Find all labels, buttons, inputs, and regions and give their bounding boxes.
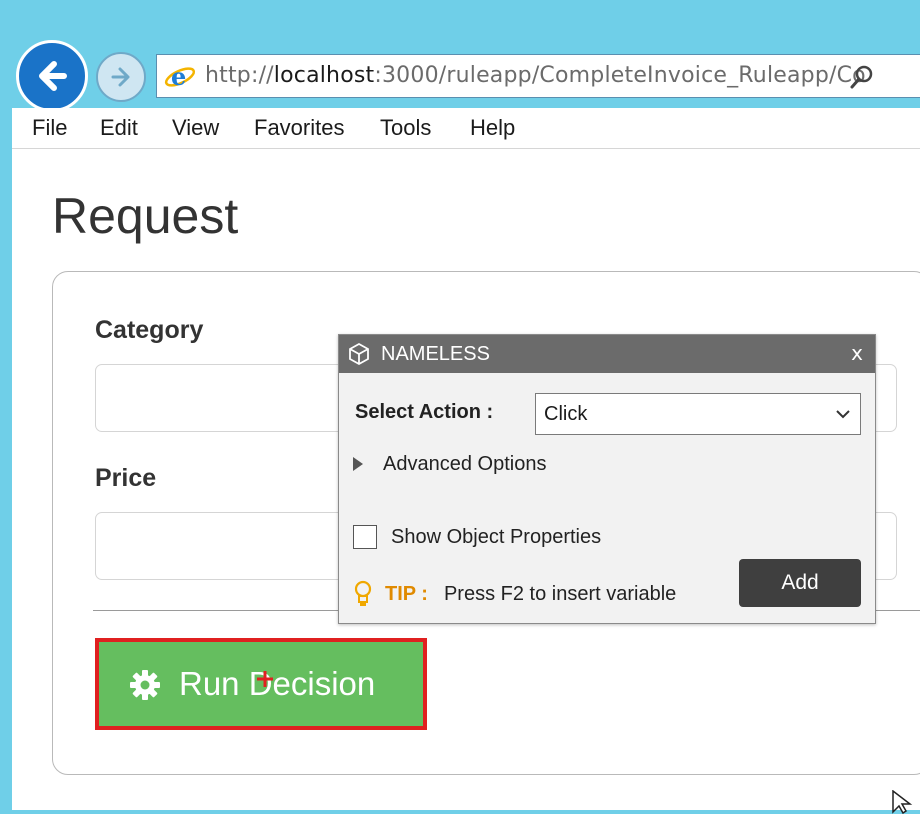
url-host: localhost	[273, 63, 375, 88]
run-decision-label: Run Decision	[179, 665, 376, 702]
action-popup: NAMELESS x Select Action : Click Advance…	[338, 334, 876, 624]
url-path: :3000/ruleapp/CompleteInvoice_Ruleapp/Co	[374, 63, 866, 88]
ie-logo-icon: e	[164, 62, 196, 91]
advanced-options-toggle[interactable]: Advanced Options	[353, 451, 546, 477]
cube-icon	[349, 342, 369, 366]
menu-help[interactable]: Help	[470, 108, 515, 148]
address-bar[interactable]: e http://localhost:3000/ruleapp/Complete…	[156, 54, 920, 98]
tip-text: Press F2 to insert variable	[443, 582, 677, 605]
search-icon[interactable]	[849, 64, 875, 90]
show-object-properties-checkbox[interactable]	[353, 525, 377, 549]
popup-header: NAMELESS x	[339, 335, 875, 373]
select-action-value: Click	[544, 403, 588, 425]
expand-triangle-icon	[353, 457, 363, 471]
lightbulb-icon	[354, 580, 372, 606]
page-title: Request	[52, 188, 239, 244]
forward-button[interactable]	[96, 52, 146, 102]
popup-title: NAMELESS	[381, 343, 490, 365]
mouse-pointer-icon	[892, 790, 913, 814]
price-label: Price	[95, 464, 157, 492]
crosshair-cursor-icon	[257, 671, 273, 687]
menu-favorites[interactable]: Favorites	[254, 108, 344, 148]
tip-label: TIP :	[385, 582, 428, 605]
back-arrow-icon	[39, 61, 67, 91]
forward-arrow-icon	[111, 67, 130, 87]
show-object-properties-label: Show Object Properties	[391, 525, 602, 548]
menu-edit[interactable]: Edit	[100, 108, 138, 148]
run-decision-button[interactable]: Run Decision	[95, 638, 427, 730]
category-label: Category	[95, 316, 204, 344]
menu-view[interactable]: View	[172, 108, 219, 148]
svg-text:e: e	[171, 62, 186, 91]
select-action-label: Select Action :	[355, 401, 494, 423]
menu-file[interactable]: File	[32, 108, 67, 148]
gear-icon	[130, 670, 160, 700]
menu-bar: File Edit View Favorites Tools Help	[12, 108, 920, 149]
menu-tools[interactable]: Tools	[380, 108, 431, 148]
close-button[interactable]: x	[851, 335, 863, 371]
tip: TIP : Press F2 to insert variable	[353, 579, 676, 609]
chevron-down-icon	[836, 410, 850, 419]
advanced-options-label: Advanced Options	[383, 452, 547, 475]
url-prefix: http://	[205, 63, 274, 88]
add-button[interactable]: Add	[739, 559, 861, 607]
show-object-properties: Show Object Properties	[353, 523, 601, 551]
back-button[interactable]	[16, 40, 88, 112]
url-text: http://localhost:3000/ruleapp/CompleteIn…	[205, 55, 866, 97]
select-action-dropdown[interactable]: Click	[535, 393, 861, 435]
